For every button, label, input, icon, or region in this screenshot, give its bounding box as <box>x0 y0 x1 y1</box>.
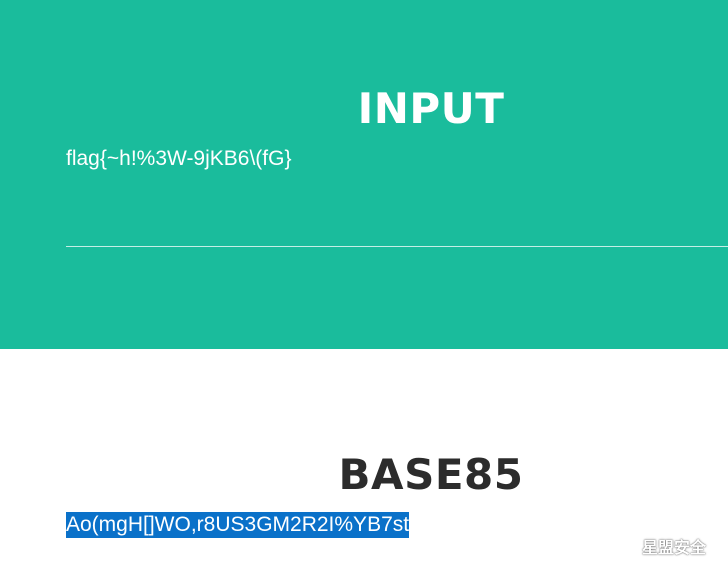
watermark-label: 星盟安全 <box>641 538 706 557</box>
input-divider <box>66 246 728 247</box>
input-section: INPUT flag{~h!%3W-9jKB6\(fG} <box>0 0 728 349</box>
output-text-selected[interactable]: Ao(mgH[]WO,r8US3GM2R2I%YB7st <box>66 512 410 538</box>
input-text[interactable]: flag{~h!%3W-9jKB6\(fG} <box>66 146 291 172</box>
wechat-icon <box>612 536 636 556</box>
input-title: INPUT <box>357 84 505 133</box>
output-title: BASE85 <box>338 450 524 499</box>
watermark: 星盟安全 <box>612 534 706 558</box>
